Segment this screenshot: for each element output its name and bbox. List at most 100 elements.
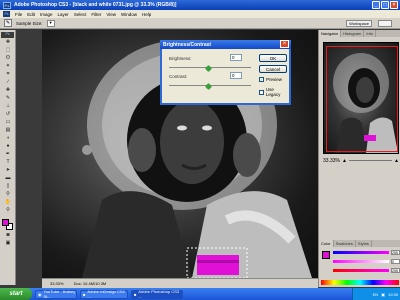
right-panels: Navigator Histogram Info 33.33% ▲ ▲ Colo… — [318, 30, 400, 287]
zoom-tool-icon[interactable]: ⚲ — [1, 207, 15, 214]
navigator-view-box[interactable] — [326, 46, 398, 152]
ok-button[interactable]: OK — [259, 54, 287, 62]
tab-swatches[interactable]: Swatches — [334, 240, 356, 247]
zoom-out-icon[interactable]: ▲ — [342, 158, 347, 164]
clone-stamp-tool-icon[interactable]: ⊥ — [1, 103, 15, 110]
move-tool-icon[interactable]: ✥ — [1, 39, 15, 46]
palette-well[interactable] — [378, 20, 392, 27]
eyedropper-tool-preset-icon[interactable]: ✎ — [4, 19, 12, 27]
shape-tool-icon[interactable]: ▬ — [1, 175, 15, 182]
menu-edit[interactable]: Edit — [27, 12, 35, 17]
slice-tool-icon[interactable]: ∕ — [1, 79, 15, 86]
dodge-tool-icon[interactable]: ● — [1, 143, 15, 150]
tab-info[interactable]: Info — [364, 30, 377, 37]
notes-tool-icon[interactable]: ▯ — [1, 183, 15, 190]
tab-navigator[interactable]: Navigator — [319, 30, 342, 37]
window-title: Adobe Photoshop CS3 - [black and white 0… — [14, 2, 177, 8]
options-bar: ✎ Sample Size: ▾ Workspace — [0, 18, 400, 29]
navigator-thumbnail[interactable] — [323, 42, 399, 154]
maximize-button[interactable]: □ — [381, 1, 389, 9]
photoshop-logo-icon: Ps — [3, 1, 11, 9]
menu-select[interactable]: Select — [74, 12, 87, 17]
blue-value[interactable]: 255 — [391, 268, 400, 273]
menu-bar: Ps File Edit Image Layer Select Filter V… — [0, 10, 400, 18]
window-controls: _ □ × — [372, 1, 398, 9]
eyedropper-tool-icon[interactable]: ⚲ — [1, 191, 15, 198]
pen-tool-icon[interactable]: ✒ — [1, 151, 15, 158]
preview-label: Preview — [266, 77, 283, 82]
crop-tool-icon[interactable]: ⌗ — [1, 71, 15, 78]
preview-checkbox[interactable]: ✓ Preview — [259, 77, 282, 82]
tab-histogram[interactable]: Histogram — [341, 30, 365, 37]
workspace-button[interactable]: Workspace — [346, 20, 372, 27]
navigator-tabs: Navigator Histogram Info — [319, 30, 400, 37]
app-menu-icon[interactable]: Ps — [3, 11, 10, 17]
screen-mode-icon[interactable]: ▣ — [1, 240, 15, 247]
color-spectrum-bar[interactable] — [321, 280, 399, 285]
indesign-icon: ■ — [83, 291, 86, 297]
blue-slider[interactable] — [333, 269, 389, 272]
tab-styles[interactable]: Styles — [356, 240, 372, 247]
zoom-in-icon[interactable]: ▲ — [394, 158, 399, 164]
magic-wand-tool-icon[interactable]: ✶ — [1, 63, 15, 70]
preview-check-icon[interactable]: ✓ — [259, 77, 264, 82]
start-button[interactable]: start — [0, 288, 32, 300]
menu-filter[interactable]: Filter — [91, 12, 101, 17]
navigator-zoom-row: 33.33% ▲ ▲ — [323, 158, 399, 164]
type-tool-icon[interactable]: T — [1, 159, 15, 166]
red-value[interactable]: 255 — [391, 250, 400, 255]
use-legacy-label: Use Legacy — [265, 87, 281, 97]
gradient-tool-icon[interactable]: ▤ — [1, 127, 15, 134]
dialog-close-button[interactable]: × — [280, 40, 289, 48]
history-brush-tool-icon[interactable]: ↺ — [1, 111, 15, 118]
menu-layer[interactable]: Layer — [58, 12, 69, 17]
close-button[interactable]: × — [390, 1, 398, 9]
tools-header: Ps — [1, 32, 14, 38]
green-slider[interactable] — [333, 260, 389, 263]
healing-brush-tool-icon[interactable]: ✚ — [1, 87, 15, 94]
use-legacy-checkbox[interactable]: Use Legacy — [259, 87, 289, 97]
menu-help[interactable]: Help — [142, 12, 151, 17]
menu-view[interactable]: View — [106, 12, 116, 17]
color-panel-fg-swatch[interactable] — [322, 251, 330, 259]
clock: 10:30 — [387, 291, 398, 297]
green-value[interactable]: 0 — [391, 259, 400, 264]
cancel-button[interactable]: Cancel — [259, 65, 287, 73]
red-slider[interactable] — [333, 251, 389, 254]
lasso-tool-icon[interactable]: ʘ — [1, 55, 15, 62]
navigator-zoom-slider[interactable] — [348, 160, 393, 161]
brightness-field[interactable]: 0 — [230, 54, 242, 61]
sample-size-label: Sample Size: — [16, 20, 43, 26]
path-selection-tool-icon[interactable]: ➤ — [1, 167, 15, 174]
color-swatches[interactable] — [1, 218, 15, 232]
foreground-color-swatch[interactable] — [2, 219, 9, 226]
zoom-level[interactable]: 33.33% — [50, 281, 64, 286]
task-indesign[interactable]: ■ Adobe InDesign CS3 ... — [80, 289, 128, 299]
task-youtube[interactable]: ◉ YouTube - lindsey St... — [35, 289, 77, 299]
task-youtube-label: YouTube - lindsey St... — [43, 289, 76, 299]
navigator-zoom-value[interactable]: 33.33% — [323, 158, 340, 164]
blur-tool-icon[interactable]: ◖ — [1, 135, 15, 142]
use-legacy-box[interactable] — [259, 89, 264, 95]
task-indesign-label: Adobe InDesign CS3 ... — [87, 289, 125, 299]
contrast-label: Contrast: — [169, 74, 188, 79]
network-icon[interactable]: ▣ — [381, 292, 385, 297]
title-bar: Ps Adobe Photoshop CS3 - [black and whit… — [0, 0, 400, 10]
menu-window[interactable]: Window — [121, 12, 137, 17]
photoshop-task-icon: ■ — [134, 291, 137, 297]
sample-size-select[interactable]: ▾ — [46, 19, 55, 27]
system-tray: EN ▣ 10:30 — [352, 288, 400, 300]
contrast-field[interactable]: 0 — [230, 72, 242, 79]
eraser-tool-icon[interactable]: ▭ — [1, 119, 15, 126]
quick-mask-icon[interactable]: ◙ — [1, 232, 15, 239]
marquee-tool-icon[interactable]: ⬚ — [1, 47, 15, 54]
menu-file[interactable]: File — [15, 12, 22, 17]
menu-image[interactable]: Image — [40, 12, 53, 17]
task-photoshop[interactable]: ■ Adobe Photoshop CS3 ... — [131, 289, 183, 299]
browser-icon: ◉ — [38, 291, 42, 297]
tab-color[interactable]: Color — [319, 240, 334, 247]
language-indicator[interactable]: EN — [373, 292, 379, 297]
brush-tool-icon[interactable]: ✎ — [1, 95, 15, 102]
hand-tool-icon[interactable]: ✋ — [1, 199, 15, 206]
minimize-button[interactable]: _ — [372, 1, 380, 9]
